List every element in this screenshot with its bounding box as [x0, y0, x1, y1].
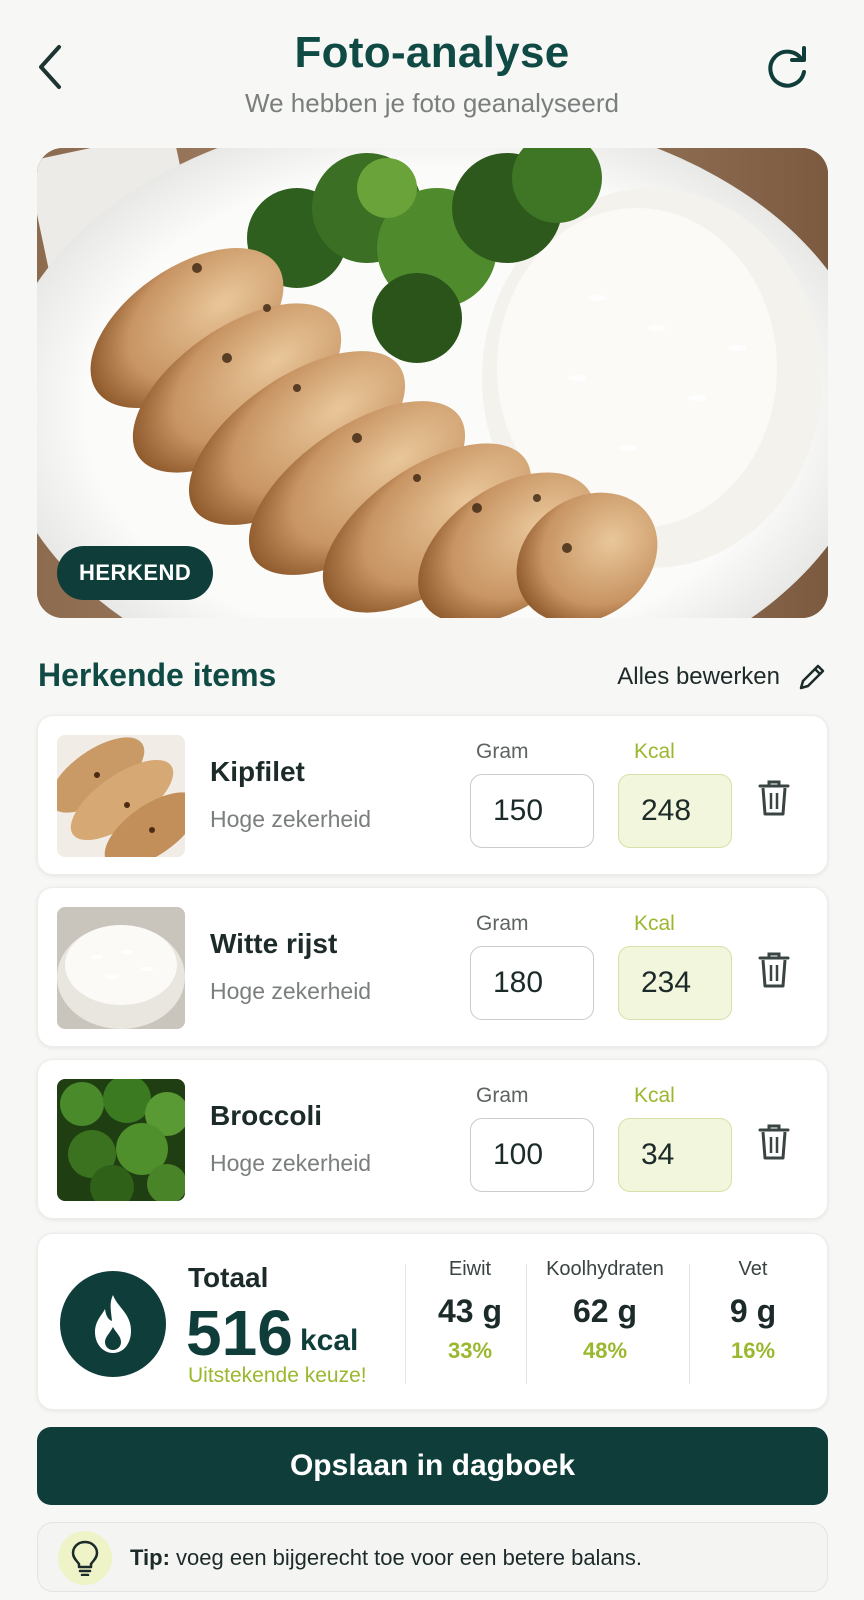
refresh-button[interactable]: [760, 40, 814, 94]
kcal-label: Kcal: [634, 912, 675, 935]
macro-percent: 48%: [582, 1338, 628, 1363]
kcal-label: Kcal: [634, 740, 675, 763]
macro-name: Eiwit: [448, 1258, 492, 1280]
delete-item-button[interactable]: [754, 946, 794, 994]
tip-icon-badge: [58, 1531, 112, 1585]
edit-all-button[interactable]: Alles bewerken: [617, 661, 828, 693]
page-title: Foto-analyse: [294, 28, 570, 77]
pencil-icon: [799, 664, 825, 690]
item-name: Broccoli: [210, 1100, 323, 1131]
gram-input[interactable]: [470, 1118, 594, 1192]
save-to-diary-button[interactable]: Opslaan in dagboek: [37, 1427, 828, 1505]
trash-icon: [758, 952, 790, 988]
kcal-label: Kcal: [634, 1084, 675, 1107]
food-item-card: Witte rijst Hoge zekerheid Gram Kcal: [37, 887, 828, 1047]
tip-body: voeg een bijgerecht toe voor een betere …: [169, 1545, 643, 1570]
total-kcal-value: 516: [186, 1297, 293, 1369]
macro-percent: 33%: [447, 1338, 493, 1363]
gram-label: Gram: [476, 1084, 529, 1107]
divider: [405, 1264, 406, 1384]
item-name: Kipfilet: [210, 756, 305, 787]
macro-fat: Vet 9 g 16%: [698, 1258, 808, 1364]
kcal-input[interactable]: [618, 774, 732, 848]
total-kcal-unit: kcal: [300, 1324, 359, 1357]
macro-name: Vet: [738, 1258, 768, 1280]
gram-input[interactable]: [470, 774, 594, 848]
page-subtitle: We hebben je foto geanalyseerd: [245, 88, 619, 118]
divider: [689, 1264, 690, 1384]
kcal-input[interactable]: [618, 1118, 732, 1192]
header: Foto-analyse We hebben je foto geanalyse…: [0, 0, 864, 140]
section-title: Herkende items: [38, 657, 277, 693]
item-thumbnail: [57, 735, 185, 857]
food-item-card: Broccoli Hoge zekerheid Gram Kcal: [37, 1059, 828, 1219]
items-section-header: Herkende items Alles bewerken: [38, 655, 828, 699]
tip-text: Tip: voeg een bijgerecht toe voor een be…: [130, 1545, 642, 1571]
food-photo: HERKEND: [37, 148, 828, 618]
lightbulb-icon: [71, 1540, 99, 1576]
flame-badge: [60, 1271, 166, 1377]
edit-all-label: Alles bewerken: [617, 663, 780, 690]
total-label: Totaal: [188, 1262, 269, 1293]
total-summary-card: Totaal 516 kcal Uitstekende keuze! Eiwit…: [37, 1233, 828, 1410]
item-confidence: Hoge zekerheid: [210, 806, 372, 832]
item-thumbnail: [57, 907, 185, 1029]
gram-label: Gram: [476, 912, 529, 935]
delete-item-button[interactable]: [754, 1118, 794, 1166]
tip-prefix: Tip:: [130, 1545, 170, 1570]
delete-item-button[interactable]: [754, 774, 794, 822]
item-name: Witte rijst: [210, 928, 338, 959]
macro-percent: 16%: [730, 1338, 776, 1363]
macro-value: 62 g: [572, 1293, 638, 1329]
gram-label: Gram: [476, 740, 529, 763]
item-confidence: Hoge zekerheid: [210, 1150, 372, 1176]
flame-icon: [95, 1295, 131, 1353]
gram-input[interactable]: [470, 946, 594, 1020]
divider: [526, 1264, 527, 1384]
macro-value: 43 g: [437, 1293, 503, 1329]
recognized-badge: HERKEND: [57, 546, 214, 600]
macro-name: Koolhydraten: [546, 1258, 664, 1280]
refresh-icon: [768, 46, 806, 88]
macro-protein: Eiwit 43 g 33%: [416, 1258, 524, 1364]
item-confidence: Hoge zekerheid: [210, 978, 372, 1004]
item-thumbnail: [57, 1079, 185, 1201]
tip-banner: Tip: voeg een bijgerecht toe voor een be…: [37, 1522, 828, 1592]
food-item-card: Kipfilet Hoge zekerheid Gram Kcal: [37, 715, 828, 875]
macro-value: 9 g: [729, 1293, 777, 1329]
trash-icon: [758, 1124, 790, 1160]
trash-icon: [758, 780, 790, 816]
total-note: Uitstekende keuze!: [188, 1364, 367, 1387]
macro-carbs: Koolhydraten 62 g 48%: [530, 1258, 680, 1364]
kcal-input[interactable]: [618, 946, 732, 1020]
